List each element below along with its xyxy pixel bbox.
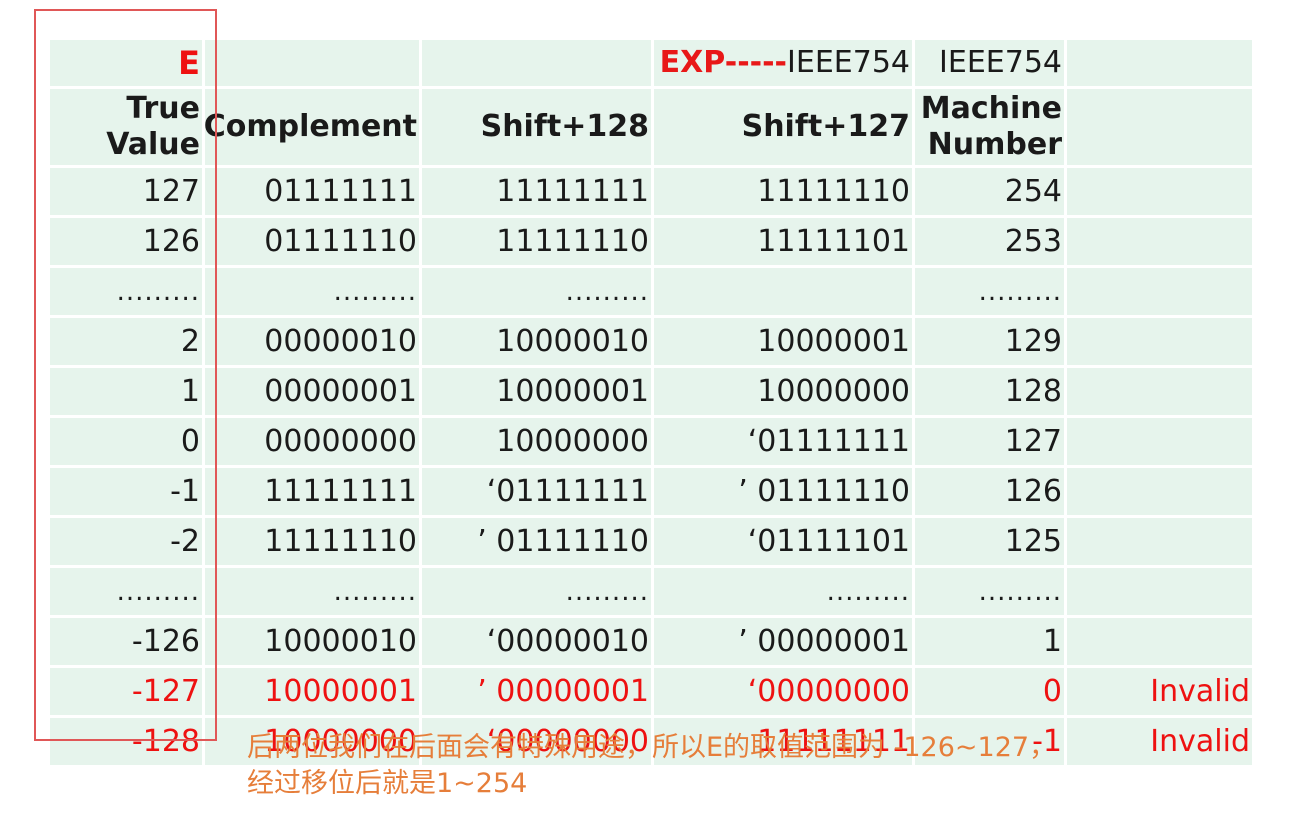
cell-shift128: 10000000 [422, 418, 651, 465]
e-label: E [178, 44, 200, 82]
cell-note [1067, 618, 1252, 665]
cell-shift127: 10000001 [654, 318, 912, 365]
cell-shift127: ’ 01111110 [654, 468, 912, 515]
explanation-note: 后两位我们在后面会有特殊用途，所以E的取值范围为 -126~127， 经过移位后… [247, 730, 1147, 802]
cell-shift128: 11111110 [422, 218, 651, 265]
cell-shift128: 11111111 [422, 168, 651, 215]
column-header-shift128: Shift+128 [422, 89, 651, 165]
cell-shift128: ......... [422, 568, 651, 615]
cell-complement: 11111110 [205, 518, 419, 565]
cell-complement: 11111111 [205, 468, 419, 515]
cell-note [1067, 218, 1252, 265]
cell-true-value: -126 [50, 618, 202, 665]
cell-machine-number: 253 [915, 218, 1064, 265]
cell-shift127: 11111110 [654, 168, 912, 215]
cell-machine-number: ......... [915, 268, 1064, 315]
cell-complement: 01111111 [205, 168, 419, 215]
cell-true-value: -1 [50, 468, 202, 515]
cell-shift127 [654, 268, 912, 315]
cell-note [1067, 368, 1252, 415]
header-empty-cell [422, 40, 651, 86]
note-line-2: 经过移位后就是1~254 [247, 768, 528, 799]
cell-machine-number: 1 [915, 618, 1064, 665]
header-empty-cell [1067, 89, 1252, 165]
cell-note-invalid: Invalid [1067, 668, 1252, 715]
cell-note [1067, 468, 1252, 515]
cell-machine-number: 125 [915, 518, 1064, 565]
ieee-label: IEEE754 [787, 45, 910, 80]
cell-shift128: ‘00000010 [422, 618, 651, 665]
cell-note [1067, 168, 1252, 215]
cell-shift127: ......... [654, 568, 912, 615]
column-header-shift127: Shift+127 [654, 89, 912, 165]
cell-machine-number: 128 [915, 368, 1064, 415]
column-header-complement: Complement [204, 89, 419, 165]
cell-shift128: ’ 00000001 [422, 668, 651, 715]
cell-true-value: 127 [50, 168, 202, 215]
cell-complement: 10000001 [205, 668, 419, 715]
exp-label: EXP----- [659, 45, 788, 80]
header-e-cell: E [50, 40, 202, 86]
cell-machine-number: 129 [915, 318, 1064, 365]
cell-machine-number: 0 [915, 668, 1064, 715]
cell-complement: 10000010 [205, 618, 419, 665]
cell-shift128: ......... [422, 268, 651, 315]
cell-shift127: ’ 00000001 [654, 618, 912, 665]
cell-complement: 00000010 [205, 318, 419, 365]
cell-shift128: 10000001 [422, 368, 651, 415]
cell-shift128: 10000010 [422, 318, 651, 365]
cell-shift128: ’ 01111110 [422, 518, 651, 565]
cell-machine-number: 254 [915, 168, 1064, 215]
cell-true-value: ......... [50, 268, 202, 315]
cell-shift127: 10000000 [654, 368, 912, 415]
cell-note [1067, 268, 1252, 315]
header-empty-cell [205, 40, 419, 86]
cell-machine-number: ......... [915, 568, 1064, 615]
cell-true-value: -2 [50, 518, 202, 565]
header-exp-cell: EXP----- IEEE754 [654, 40, 912, 86]
header-ieee-cell: IEEE754 [915, 40, 1064, 86]
cell-complement: ......... [205, 568, 419, 615]
cell-complement: ......... [205, 268, 419, 315]
cell-true-value: 1 [50, 368, 202, 415]
cell-true-value: ......... [50, 568, 202, 615]
cell-true-value: 0 [50, 418, 202, 465]
cell-true-value: -127 [50, 668, 202, 715]
exponent-table: E EXP----- IEEE754 IEEE754 True Value Comp… [50, 40, 1252, 765]
cell-machine-number: 127 [915, 418, 1064, 465]
cell-true-value: 126 [50, 218, 202, 265]
cell-note [1067, 568, 1252, 615]
ieee-label: IEEE754 [939, 45, 1062, 80]
header-empty-cell [1067, 40, 1252, 86]
cell-shift128: ‘01111111 [422, 468, 651, 515]
cell-true-value: 2 [50, 318, 202, 365]
cell-complement: 00000001 [205, 368, 419, 415]
column-header-true-value: True Value [50, 89, 202, 165]
cell-complement: 01111110 [205, 218, 419, 265]
column-header-machine-number: Machine Number [915, 89, 1064, 165]
cell-note [1067, 318, 1252, 365]
cell-complement: 00000000 [205, 418, 419, 465]
cell-machine-number: 126 [915, 468, 1064, 515]
cell-shift127: ‘01111101 [654, 518, 912, 565]
cell-shift127: ‘00000000 [654, 668, 912, 715]
cell-shift127: ‘01111111 [654, 418, 912, 465]
cell-shift127: 11111101 [654, 218, 912, 265]
note-line-1: 后两位我们在后面会有特殊用途，所以E的取值范围为 -126~127， [247, 732, 1057, 763]
cell-note [1067, 518, 1252, 565]
cell-true-value: -128 [50, 718, 202, 765]
cell-note [1067, 418, 1252, 465]
